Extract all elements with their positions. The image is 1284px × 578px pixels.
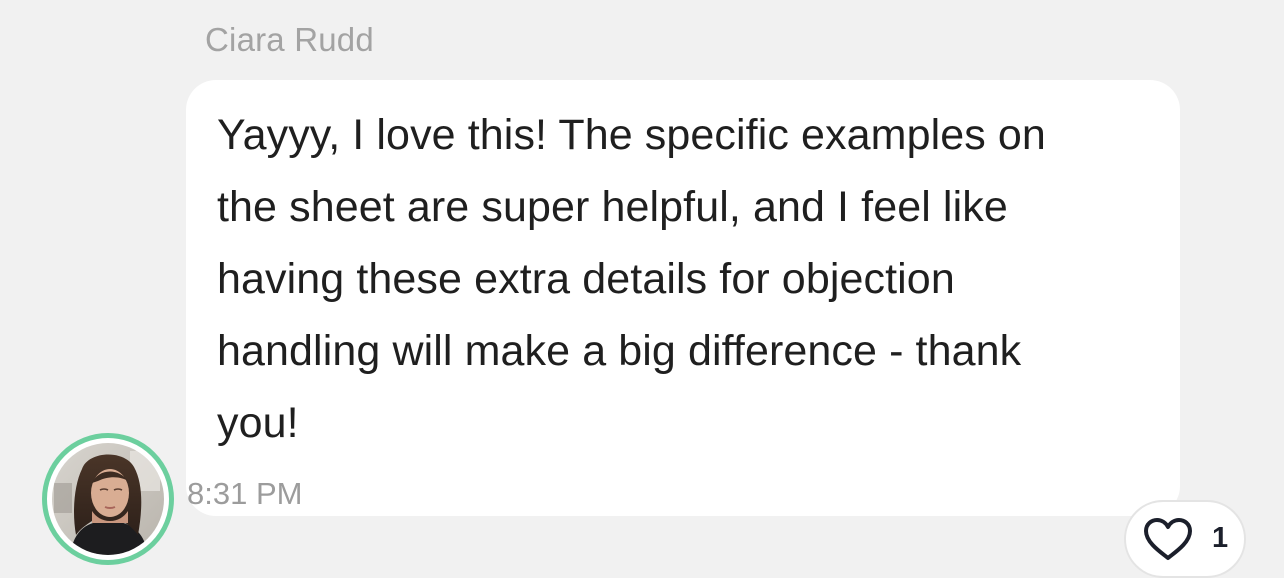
message-text: Yayyy, I love this! The specific example… — [217, 111, 1046, 447]
heart-outline-icon — [1144, 518, 1192, 560]
message-timestamp: 8:31 PM — [187, 476, 303, 511]
avatar[interactable] — [42, 433, 174, 565]
reaction-count: 1 — [1212, 522, 1229, 554]
avatar-photo — [52, 443, 164, 555]
reaction-button[interactable]: 1 — [1124, 500, 1246, 578]
sender-name: Ciara Rudd — [205, 21, 374, 58]
message-bubble[interactable]: Yayyy, I love this! The specific example… — [186, 80, 1180, 516]
